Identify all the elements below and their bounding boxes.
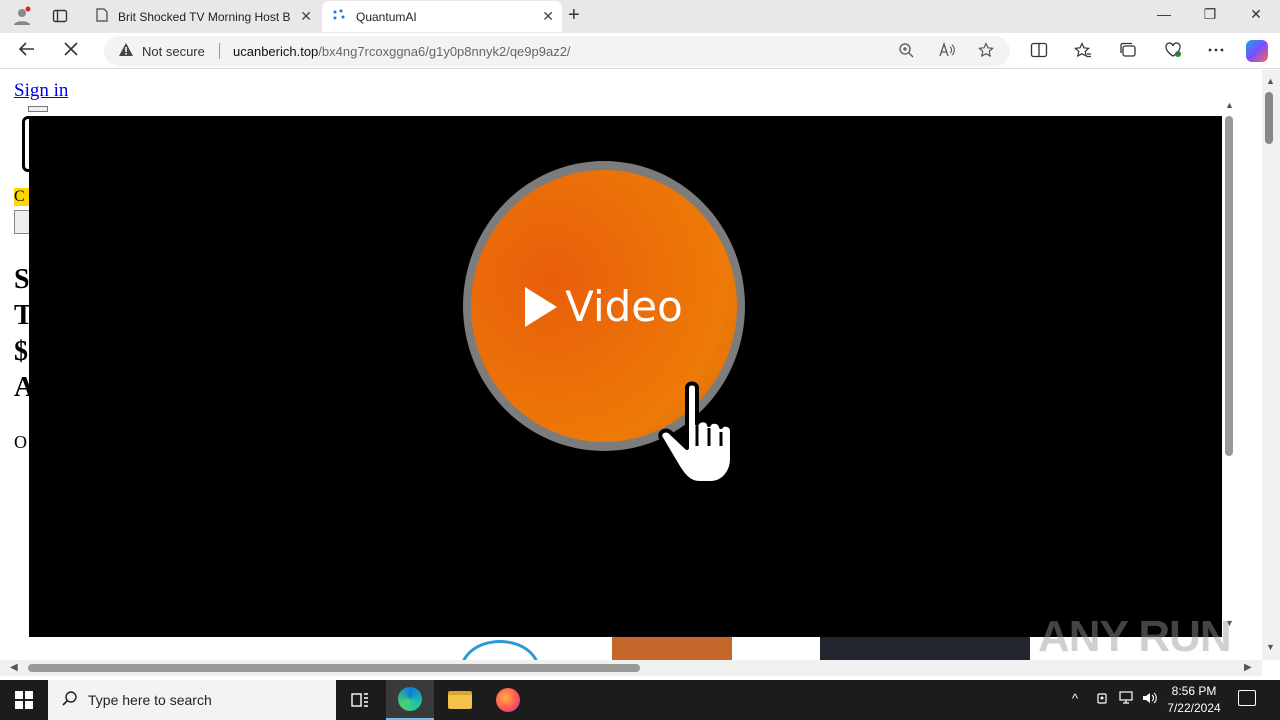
pointing-hand-icon (653, 378, 753, 493)
url-host: ucanberich.top (233, 44, 319, 59)
watermark: ANY RUN (1038, 612, 1232, 661)
search-icon (62, 690, 78, 711)
browser-essentials-icon[interactable] (1163, 42, 1183, 62)
windows-logo-icon (15, 691, 33, 709)
volume-icon[interactable] (1142, 691, 1158, 708)
article-image (260, 636, 1030, 660)
profile-icon[interactable] (10, 5, 34, 27)
address-bar[interactable]: Not secure ucanberich.top/bx4ng7rcoxggna… (104, 36, 1010, 66)
taskbar: Type here to search ^ 8:56 PM 7/22/2024 (0, 680, 1280, 720)
video-overlay[interactable]: Video (29, 116, 1222, 637)
close-icon[interactable]: ✕ (300, 8, 312, 25)
clock-time: 8:56 PM (1171, 684, 1217, 698)
browser-tab-bar: Brit Shocked TV Morning Host By ✕ Quantu… (0, 0, 1280, 33)
edge-taskbar-icon[interactable] (386, 680, 434, 720)
scroll-up-icon[interactable]: ▲ (1225, 100, 1234, 110)
notifications-icon[interactable] (1238, 690, 1256, 706)
read-aloud-icon[interactable] (938, 41, 956, 61)
meet-now-icon[interactable] (1096, 691, 1110, 708)
task-view-icon[interactable] (336, 680, 384, 720)
sign-in-link[interactable]: Sign in (14, 80, 68, 102)
start-button[interactable] (0, 680, 48, 720)
small-button[interactable] (28, 106, 48, 112)
vertical-scrollbar[interactable]: ▲ ▼ (1262, 70, 1280, 660)
copilot-icon[interactable] (1246, 40, 1268, 62)
zoom-icon[interactable] (898, 42, 914, 61)
loading-icon (332, 8, 346, 25)
restore-icon[interactable]: ❐ (1187, 6, 1233, 23)
scroll-left-icon[interactable]: ◀ (10, 662, 18, 673)
scroll-up-icon[interactable]: ▲ (1266, 76, 1275, 86)
url-path: /bx4ng7rcoxggna6/g1y0p8nnyk2/qe9p9az2/ (318, 44, 571, 59)
network-icon[interactable] (1119, 691, 1135, 708)
video-label: Video (565, 281, 683, 331)
taskbar-search[interactable]: Type here to search (48, 680, 336, 720)
image-block (820, 636, 1030, 660)
tab-quantumai[interactable]: QuantumAI ✕ (322, 1, 562, 32)
back-icon[interactable] (18, 40, 36, 63)
clock-date: 7/22/2024 (1167, 701, 1221, 715)
scroll-right-icon[interactable]: ▶ (1244, 662, 1252, 673)
collections-icon[interactable] (1119, 42, 1137, 62)
split-screen-icon[interactable] (1030, 42, 1048, 62)
file-explorer-icon[interactable] (436, 680, 484, 720)
search-placeholder: Type here to search (88, 692, 212, 708)
taskbar-clock[interactable]: 8:56 PM 7/22/2024 (1160, 683, 1228, 717)
new-tab-icon[interactable]: + (568, 4, 580, 27)
tab-actions-icon[interactable] (48, 5, 72, 27)
firefox-icon[interactable] (484, 680, 532, 720)
image-arc (460, 640, 540, 660)
divider (219, 43, 220, 59)
edge-icon (398, 687, 422, 711)
favorites-icon[interactable] (1074, 42, 1092, 62)
address-toolbar: Not secure ucanberich.top/bx4ng7rcoxggna… (0, 33, 1280, 69)
more-menu-icon[interactable] (1207, 42, 1225, 62)
scroll-thumb[interactable] (1225, 116, 1233, 456)
url-text[interactable]: ucanberich.top/bx4ng7rcoxggna6/g1y0p8nny… (233, 44, 571, 59)
firefox-logo-icon (496, 688, 520, 712)
scroll-down-icon[interactable]: ▼ (1266, 642, 1275, 652)
security-label[interactable]: Not secure (142, 44, 205, 59)
chevron-up-icon[interactable]: ^ (1072, 691, 1078, 706)
tab-title: Brit Shocked TV Morning Host By (118, 9, 290, 24)
tab-title: QuantumAI (356, 9, 417, 24)
folder-icon (448, 691, 472, 709)
byline: O (14, 432, 27, 452)
close-icon[interactable]: ✕ (542, 8, 554, 25)
image-block (612, 636, 732, 660)
minimize-icon[interactable]: — (1141, 6, 1187, 22)
overlay-scrollbar[interactable]: ▲ ▼ (1222, 100, 1236, 632)
close-window-icon[interactable]: ✕ (1233, 6, 1279, 23)
page-icon (96, 8, 108, 25)
scroll-thumb[interactable] (1265, 92, 1273, 144)
tab-brit-shocked[interactable]: Brit Shocked TV Morning Host By ✕ (86, 1, 320, 32)
scroll-thumb[interactable] (28, 664, 640, 672)
warning-icon[interactable] (118, 42, 134, 60)
play-icon (525, 287, 558, 327)
stop-loading-icon[interactable] (62, 40, 80, 63)
favorite-star-icon[interactable] (978, 42, 994, 61)
horizontal-scrollbar[interactable]: ◀ ▶ (0, 660, 1262, 676)
